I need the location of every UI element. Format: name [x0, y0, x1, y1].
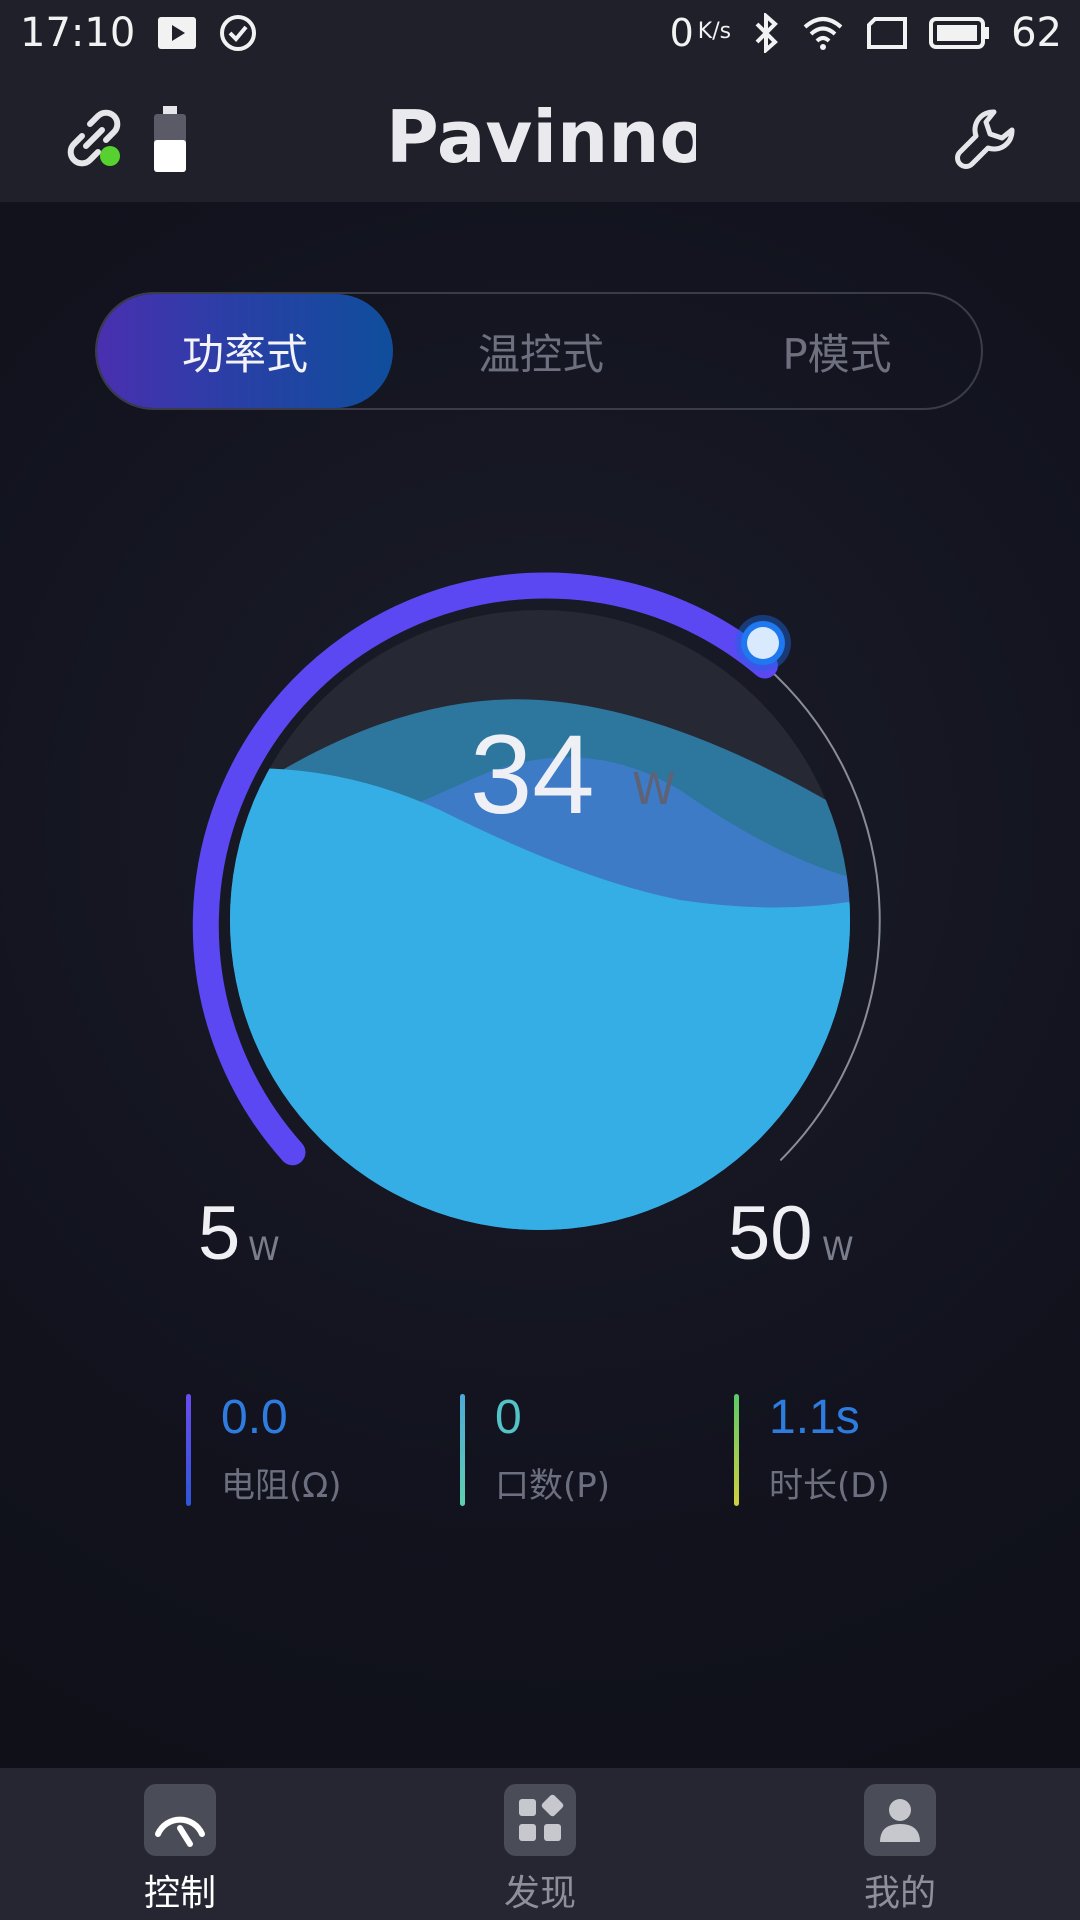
power-value: 34	[470, 712, 595, 837]
metric-value: 0.0	[221, 1391, 288, 1444]
nav-profile[interactable]: 我的	[800, 1768, 1000, 1920]
nav-label: 我的	[863, 1873, 936, 1914]
status-bar: 17:10 0 K/s 62	[0, 0, 1080, 66]
link-icon[interactable]	[62, 106, 126, 170]
status-time: 17:10	[20, 10, 136, 56]
range-max-value: 50	[728, 1191, 813, 1276]
power-unit: W	[632, 764, 676, 815]
nav-label: 发现	[503, 1873, 576, 1914]
metric-resistance: 0.0 电阻(Ω)	[186, 1390, 406, 1510]
battery-percent: 62	[1011, 10, 1062, 56]
metric-bar	[460, 1394, 465, 1506]
dial-handle-core	[747, 627, 779, 659]
nav-icon-box	[144, 1784, 216, 1856]
nav-discover[interactable]: 发现	[440, 1768, 640, 1920]
svg-text:Pavinno: Pavinno	[386, 98, 696, 178]
device-battery-icon	[154, 106, 186, 172]
app-header: Pavinno	[0, 66, 1080, 202]
metric-puffs: 0 口数(P)	[460, 1390, 680, 1510]
battery-icon	[929, 17, 990, 49]
metric-label: 电阻(Ω)	[221, 1466, 342, 1506]
range-min-unit: W	[248, 1230, 280, 1268]
net-speed: 0 K/s	[669, 11, 732, 55]
metric-label: 时长(D)	[769, 1466, 890, 1506]
bluetooth-icon	[755, 13, 779, 53]
nav-icon-box	[864, 1784, 936, 1856]
metric-duration: 1.1s 时长(D)	[734, 1390, 954, 1510]
sim-icon	[867, 17, 908, 49]
metric-bar	[186, 1394, 191, 1506]
gauge-icon	[155, 1816, 205, 1847]
mode-tabs: 功率式 温控式 P模式	[95, 292, 983, 410]
range-max-unit: W	[822, 1230, 854, 1268]
tab-power-mode[interactable]: 功率式	[97, 294, 393, 408]
user-icon	[880, 1799, 920, 1842]
wifi-icon	[803, 17, 843, 50]
range-min-value: 5	[198, 1191, 241, 1276]
bottom-nav: 控制 发现 我的	[0, 1768, 1080, 1920]
tab-p-mode[interactable]: P模式	[689, 294, 985, 408]
check-circle-icon	[220, 15, 257, 51]
nav-label: 控制	[143, 1873, 216, 1914]
metric-value: 0	[495, 1391, 522, 1444]
metric-bar	[734, 1394, 739, 1506]
metric-value: 1.1s	[769, 1391, 860, 1444]
nav-control[interactable]: 控制	[80, 1768, 280, 1920]
power-dial[interactable]	[160, 540, 920, 1300]
tab-temp-control-mode[interactable]: 温控式	[393, 294, 689, 408]
metric-label: 口数(P)	[495, 1466, 611, 1506]
brand-logo: Pavinno	[386, 98, 696, 178]
nav-icon-box	[504, 1784, 576, 1856]
play-icon	[158, 17, 197, 49]
wrench-icon[interactable]	[954, 106, 1020, 172]
grid-icon	[519, 1794, 564, 1841]
